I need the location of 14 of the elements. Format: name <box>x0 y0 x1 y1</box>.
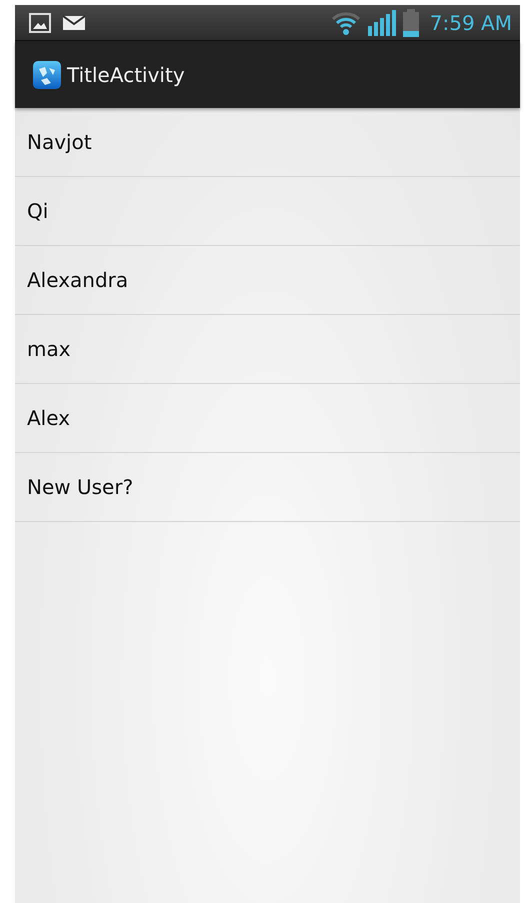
list-item[interactable]: Alexandra <box>15 246 520 315</box>
wifi-icon <box>330 10 361 36</box>
app-title: TitleActivity <box>67 62 185 86</box>
list-item[interactable]: Navjot <box>15 108 520 177</box>
list-item[interactable]: Alex <box>15 384 520 453</box>
app-icon <box>33 60 61 88</box>
list-item[interactable]: max <box>15 315 520 384</box>
list-item[interactable]: Qi <box>15 177 520 246</box>
picture-notification-icon <box>29 12 51 32</box>
battery-icon <box>402 8 419 36</box>
status-time: 7:59 AM <box>430 10 512 34</box>
list-item[interactable]: New User? <box>15 453 520 522</box>
mail-icon <box>63 14 85 30</box>
signal-icon <box>368 10 396 36</box>
